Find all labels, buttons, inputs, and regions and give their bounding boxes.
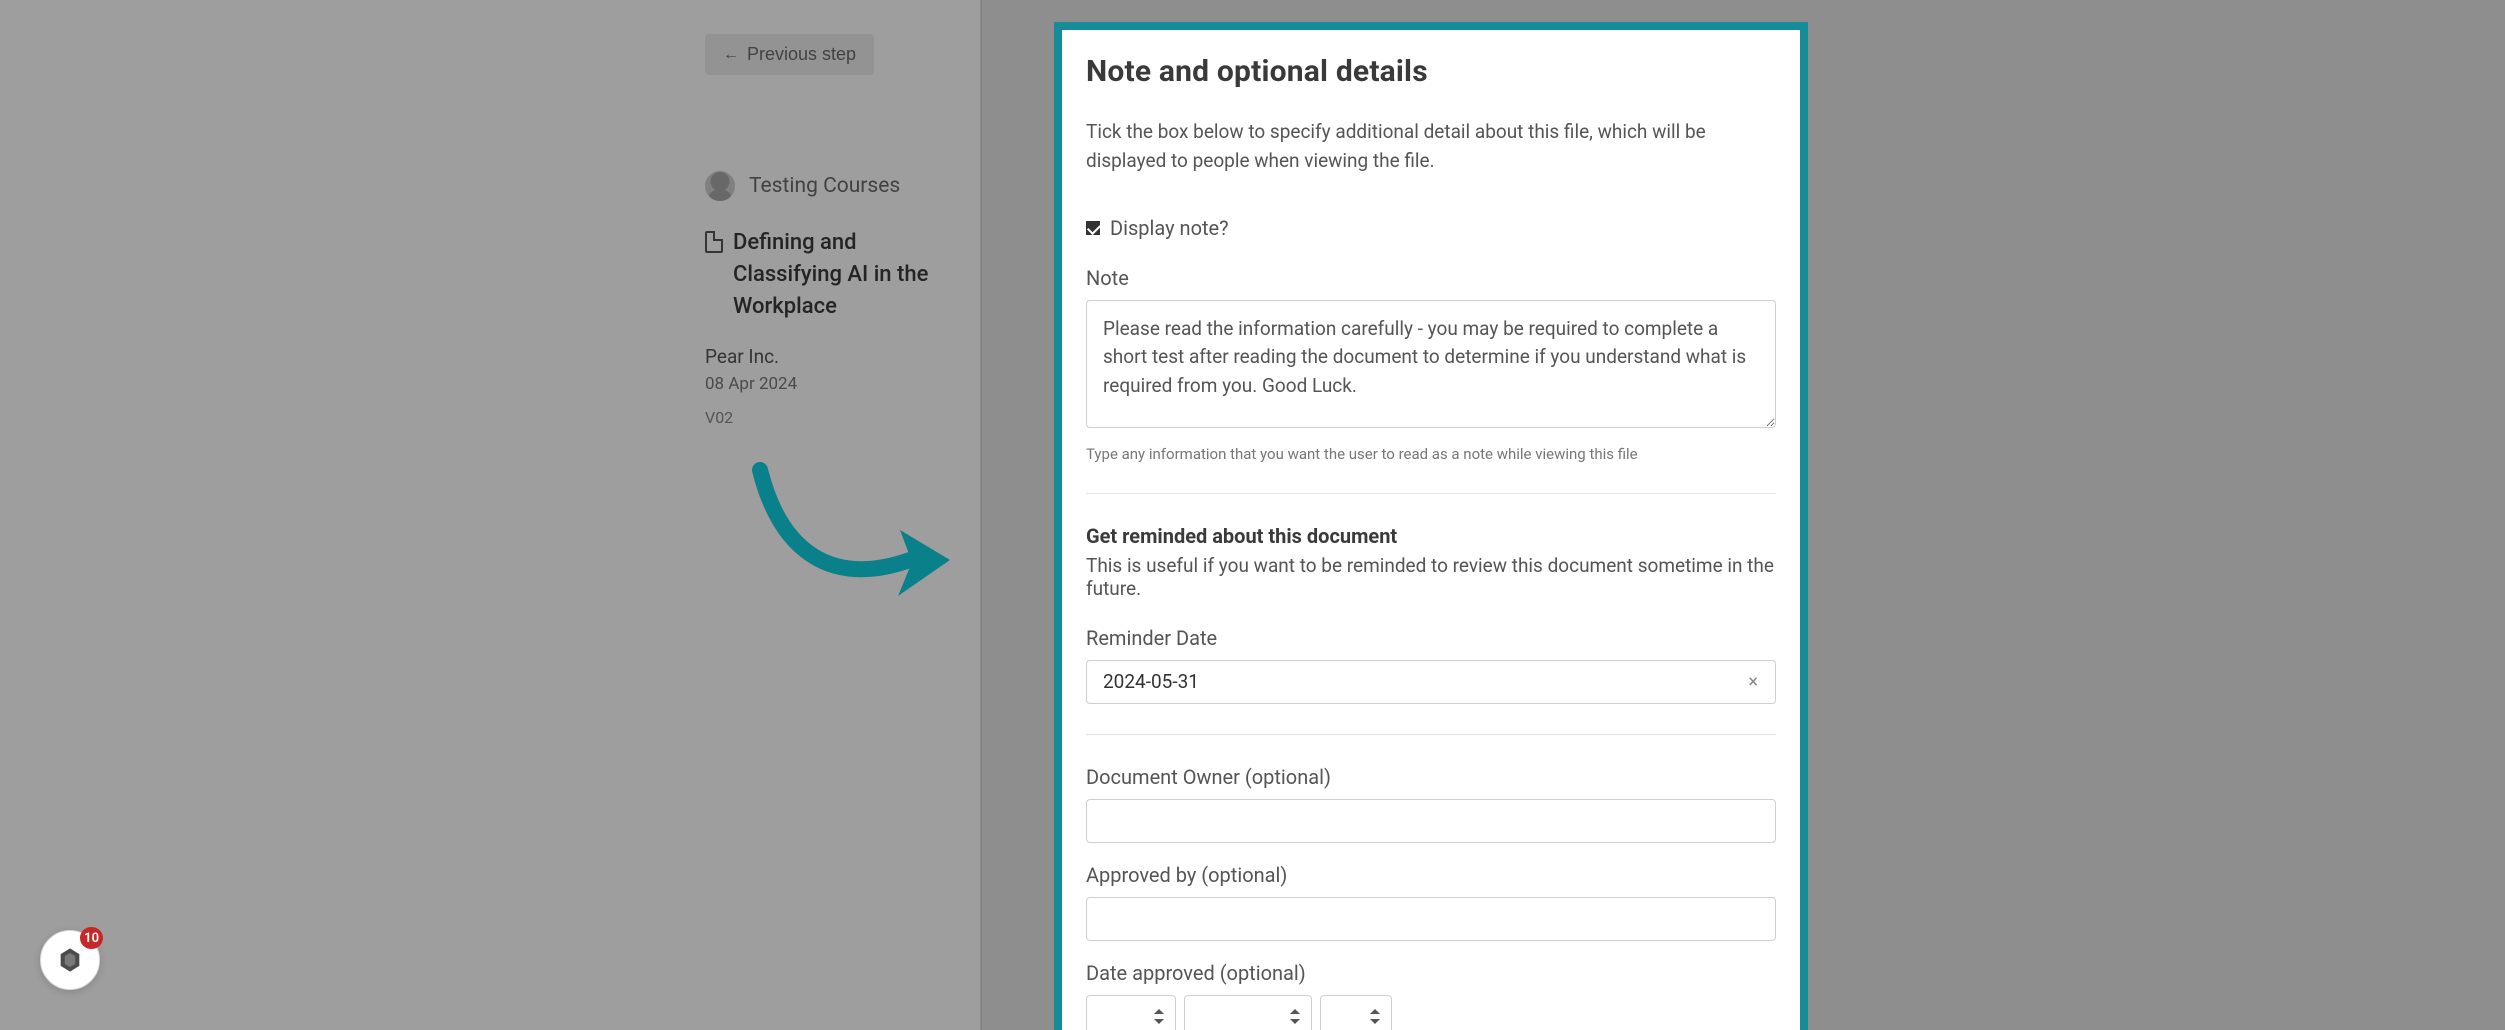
- date-approved-day-select[interactable]: [1086, 995, 1176, 1030]
- company-name: Pear Inc.: [705, 345, 965, 368]
- doc-owner-input[interactable]: [1086, 799, 1776, 843]
- vertical-divider: [981, 0, 982, 1030]
- note-details-modal: Note and optional details Tick the box b…: [1054, 22, 1808, 1030]
- divider-1: [1086, 493, 1776, 494]
- date-approved-year-select[interactable]: [1320, 995, 1392, 1030]
- fab-logo-icon: [56, 946, 84, 974]
- left-pane: ← Previous step Testing Courses Defining…: [0, 0, 980, 1030]
- display-note-label: Display note?: [1110, 216, 1229, 240]
- doc-title-row: Defining and Classifying AI in the Workp…: [705, 227, 965, 323]
- date-approved-month-select[interactable]: [1184, 995, 1312, 1030]
- reminder-subtext: This is useful if you want to be reminde…: [1086, 554, 1776, 600]
- fab-badge-count: 10: [80, 927, 103, 949]
- course-name: Testing Courses: [749, 174, 900, 198]
- document-icon: [705, 231, 723, 253]
- note-help-text: Type any information that you want the u…: [1086, 445, 1776, 463]
- display-note-row[interactable]: Display note?: [1086, 216, 1776, 240]
- previous-step-label: Previous step: [747, 44, 856, 65]
- reminder-date-input[interactable]: [1086, 660, 1776, 704]
- reminder-date-label: Reminder Date: [1086, 626, 1776, 650]
- modal-intro: Tick the box below to specify additional…: [1086, 117, 1746, 176]
- display-note-checkbox[interactable]: [1086, 221, 1100, 235]
- previous-step-button[interactable]: ← Previous step: [705, 34, 874, 75]
- avatar: [705, 171, 735, 201]
- doc-owner-label: Document Owner (optional): [1086, 765, 1776, 789]
- date-approved-label: Date approved (optional): [1086, 961, 1776, 985]
- course-row: Testing Courses: [705, 171, 965, 201]
- approved-by-input[interactable]: [1086, 897, 1776, 941]
- divider-2: [1086, 734, 1776, 735]
- document-version: V02: [705, 408, 965, 427]
- note-label: Note: [1086, 266, 1776, 290]
- modal-title: Note and optional details: [1086, 54, 1776, 89]
- arrow-left-icon: ←: [723, 46, 739, 64]
- document-date: 08 Apr 2024: [705, 374, 965, 394]
- reminder-heading: Get reminded about this document: [1086, 524, 1776, 548]
- clear-date-icon[interactable]: ×: [1742, 665, 1764, 698]
- document-title: Defining and Classifying AI in the Workp…: [733, 227, 953, 323]
- help-fab[interactable]: 10: [40, 930, 100, 990]
- date-approved-selects: [1086, 995, 1776, 1030]
- approved-by-label: Approved by (optional): [1086, 863, 1776, 887]
- note-textarea[interactable]: [1086, 300, 1776, 428]
